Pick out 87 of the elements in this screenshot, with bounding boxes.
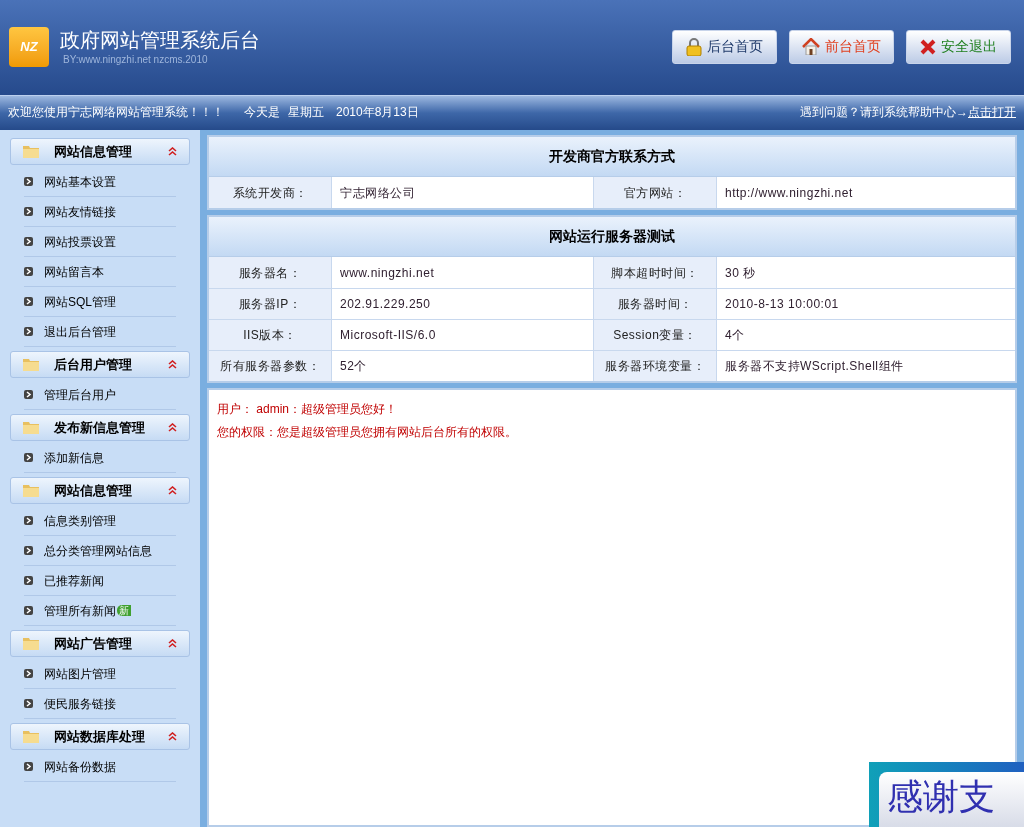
sidebar-group-header[interactable]: 后台用户管理 [10, 351, 190, 378]
bullet-icon [24, 516, 33, 525]
bullet-icon [24, 576, 33, 585]
folder-icon [23, 484, 39, 497]
bullet-icon [24, 453, 33, 462]
collapse-chevron-icon[interactable] [168, 147, 177, 156]
sidebar-group-header[interactable]: 发布新信息管理 [10, 414, 190, 441]
app-subtitle: BY:www.ningzhi.net nzcms.2010 [63, 53, 209, 67]
label-cell: 系统开发商： [209, 177, 332, 208]
logo: NZ [9, 26, 49, 67]
home-button[interactable]: 后台首页 [672, 29, 777, 64]
collapse-chevron-icon[interactable] [168, 360, 177, 369]
sidebar-link[interactable]: 信息类别管理 [44, 511, 116, 530]
panel-title: 开发商官方联系方式 [549, 147, 675, 166]
sidebar-link[interactable]: 已推荐新闻 [44, 571, 104, 590]
group-title: 网站数据库处理 [54, 727, 145, 746]
welcome-text: 欢迎您使用宁志网络网站管理系统！！！ [8, 104, 224, 121]
sidebar-link[interactable]: 退出后台管理 [44, 322, 116, 341]
value-cell: 202.91.229.250 [332, 288, 594, 319]
label-cell: 脚本超时时间： [594, 257, 717, 288]
label-cell: 服务器IP： [209, 288, 332, 319]
collapse-chevron-icon[interactable] [168, 486, 177, 495]
new-badge: 新 [117, 605, 131, 616]
collapse-chevron-icon[interactable] [168, 639, 177, 648]
label-cell: 官方网站： [594, 177, 717, 208]
label-cell: Session变量： [594, 319, 717, 350]
greeting-text: 用户： admin：超级管理员您好！ [217, 401, 399, 418]
group-title: 发布新信息管理 [54, 418, 145, 437]
collapse-chevron-icon[interactable] [168, 732, 177, 741]
sidebar-link[interactable]: 网站SQL管理 [44, 292, 116, 311]
value-cell: 52个 [332, 350, 594, 381]
bullet-icon [24, 669, 33, 678]
sidebar-link[interactable]: 网站图片管理 [44, 664, 116, 683]
sidebar-link[interactable]: 管理后台用户 [44, 385, 116, 404]
app-title: 政府网站管理系统后台 [60, 28, 260, 52]
label-cell: 服务器时间： [594, 288, 717, 319]
bullet-icon [24, 267, 33, 276]
permission-text: 您的权限：您是超级管理员您拥有网站后台所有的权限。 [217, 424, 518, 441]
bullet-icon [24, 237, 33, 246]
bullet-icon [24, 207, 33, 216]
bullet-icon [24, 606, 33, 615]
sidebar-group-header[interactable]: 网站广告管理 [10, 630, 190, 657]
sidebar-link[interactable]: 添加新信息 [44, 448, 104, 467]
folder-icon [23, 145, 39, 158]
sidebar-group-header[interactable]: 网站信息管理 [10, 138, 190, 165]
bullet-icon [24, 546, 33, 555]
sidebar-link[interactable]: 总分类管理网站信息 [44, 541, 152, 560]
sidebar-link[interactable]: 网站基本设置 [44, 172, 116, 191]
group-title: 后台用户管理 [54, 355, 132, 374]
help-text: 遇到问题？请到系统帮助中心→ [800, 104, 968, 121]
close-icon [920, 38, 936, 55]
sidebar-link[interactable]: 管理所有新闻 [44, 601, 116, 620]
bullet-icon [24, 390, 33, 399]
sidebar-link[interactable]: 便民服务链接 [44, 694, 116, 713]
group-title: 网站广告管理 [54, 634, 132, 653]
sidebar-link[interactable]: 网站备份数据 [44, 757, 116, 776]
label-cell: 服务器环境变量： [594, 350, 717, 381]
folder-icon [23, 730, 39, 743]
sidebar-group-header[interactable]: 网站数据库处理 [10, 723, 190, 750]
value-cell: Microsoft-IIS/6.0 [332, 319, 594, 350]
sidebar-link[interactable]: 网站友情链接 [44, 202, 116, 221]
bullet-icon [24, 699, 33, 708]
help-link[interactable]: 点击打开 [968, 103, 1016, 121]
panel-title: 网站运行服务器测试 [549, 227, 675, 246]
bullet-icon [24, 297, 33, 306]
bullet-icon [24, 762, 33, 771]
label-cell: 所有服务器参数： [209, 350, 332, 381]
popup-text: 感谢支 [887, 776, 995, 817]
bullet-icon [24, 177, 33, 186]
weekday-text: 星期五 [288, 104, 324, 121]
bullet-icon [24, 327, 33, 336]
folder-icon [23, 358, 39, 371]
label-cell: 服务器名： [209, 257, 332, 288]
house-icon [802, 38, 820, 55]
collapse-chevron-icon[interactable] [168, 423, 177, 432]
sidebar-group-header[interactable]: 网站信息管理 [10, 477, 190, 504]
today-label: 今天是 [244, 104, 280, 121]
label-cell: IIS版本： [209, 319, 332, 350]
logout-button[interactable]: 安全退出 [906, 29, 1011, 64]
date-text: 2010年8月13日 [336, 104, 419, 121]
group-title: 网站信息管理 [54, 481, 132, 500]
folder-icon [23, 637, 39, 650]
group-title: 网站信息管理 [54, 142, 132, 161]
sidebar-link[interactable]: 网站投票设置 [44, 232, 116, 251]
sidebar-link[interactable]: 网站留言本 [44, 262, 104, 281]
folder-icon [23, 421, 39, 434]
padlock-icon [686, 37, 702, 56]
